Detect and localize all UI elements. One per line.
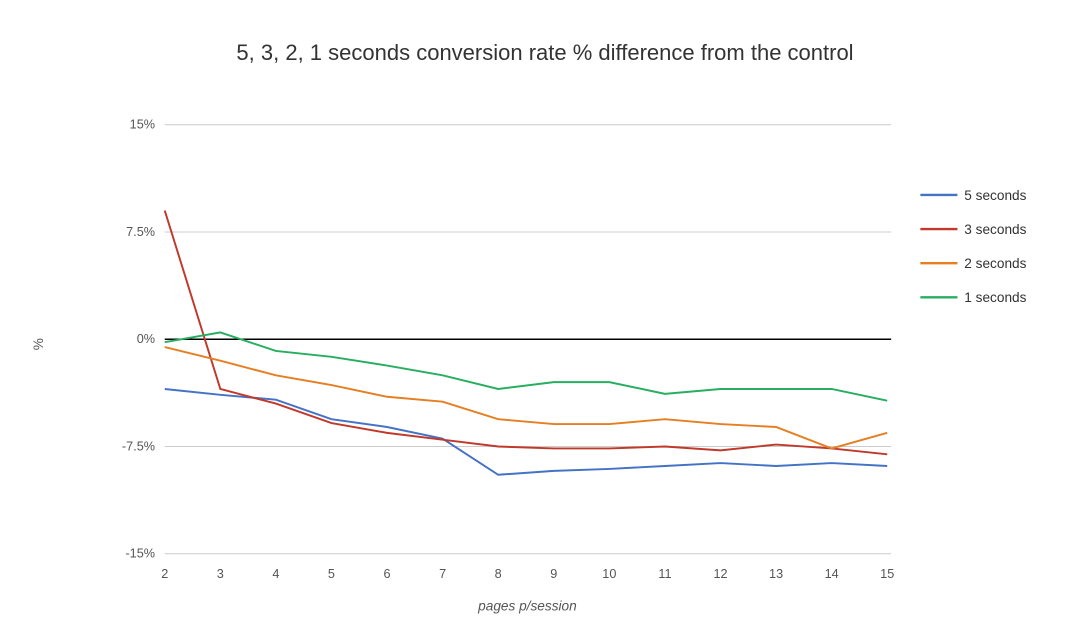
x-label-7: 7 <box>439 567 446 581</box>
x-label-11: 11 <box>658 567 671 581</box>
line-5-seconds <box>165 389 887 475</box>
x-label-6: 6 <box>384 567 391 581</box>
y-label-neg15: -15% <box>125 547 155 561</box>
chart-title: 5, 3, 2, 1 seconds conversion rate % dif… <box>236 40 853 66</box>
x-label-4: 4 <box>272 567 279 581</box>
main-chart-svg: 15% 7.5% 0% -7.5% -15% % 2 3 4 5 6 7 8 9… <box>0 76 1090 622</box>
x-label-10: 10 <box>602 567 616 581</box>
x-label-9: 9 <box>550 567 557 581</box>
x-label-5: 5 <box>328 567 335 581</box>
x-label-2: 2 <box>161 567 168 581</box>
y-label-15: 15% <box>130 118 155 132</box>
legend-label-1: 1 seconds <box>964 290 1026 305</box>
x-label-12: 12 <box>713 567 727 581</box>
x-label-15: 15 <box>880 567 894 581</box>
legend-label-3: 3 seconds <box>964 222 1026 237</box>
x-label-8: 8 <box>495 567 502 581</box>
y-label-0: 0% <box>137 332 155 346</box>
x-label-14: 14 <box>825 567 839 581</box>
x-axis-title: pages p/session <box>477 598 577 613</box>
x-label-13: 13 <box>769 567 783 581</box>
y-label-7-5: 7.5% <box>126 225 155 239</box>
y-axis-title: % <box>31 338 46 350</box>
legend-label-5: 5 seconds <box>964 188 1026 203</box>
x-label-3: 3 <box>217 567 224 581</box>
chart-area: 15% 7.5% 0% -7.5% -15% % 2 3 4 5 6 7 8 9… <box>0 76 1090 622</box>
legend-label-2: 2 seconds <box>964 256 1026 271</box>
line-1-seconds <box>165 332 887 400</box>
line-2-seconds <box>165 347 887 448</box>
y-label-neg7-5: -7.5% <box>122 439 155 453</box>
line-3-seconds <box>165 211 887 455</box>
chart-container: 5, 3, 2, 1 seconds conversion rate % dif… <box>0 0 1090 622</box>
